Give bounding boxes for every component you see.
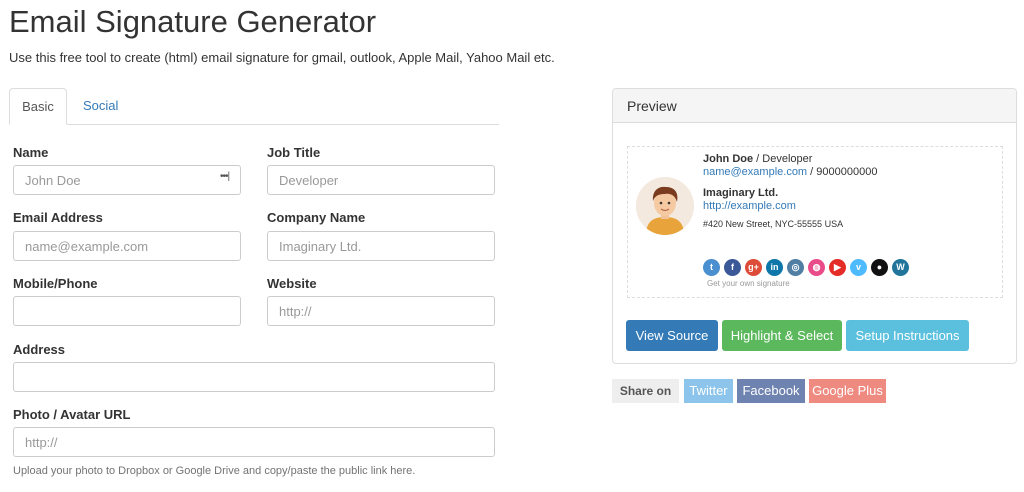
page-title: Email Signature Generator: [9, 4, 377, 39]
signature-job-title: Developer: [762, 153, 813, 165]
phone-label: Mobile/Phone: [13, 276, 98, 291]
share-twitter-button[interactable]: Twitter: [684, 379, 733, 403]
wordpress-icon[interactable]: W: [892, 259, 909, 276]
dribbble-icon[interactable]: ◍: [808, 259, 825, 276]
github-icon[interactable]: ●: [871, 259, 888, 276]
highlight-select-button[interactable]: Highlight & Select: [722, 320, 842, 351]
email-label: Email Address: [13, 210, 103, 225]
website-input[interactable]: [267, 296, 495, 326]
phone-input[interactable]: [13, 296, 241, 326]
instagram-icon[interactable]: ◎: [787, 259, 804, 276]
avatar: [636, 177, 694, 235]
signature-address: #420 New Street, NYC-55555 USA: [703, 219, 844, 229]
linkedin-icon[interactable]: in: [766, 259, 783, 276]
share-label: Share on: [612, 379, 679, 403]
social-icons-row: t f g+ in ◎ ◍ ▶ v ● W: [703, 259, 909, 276]
job-title-input[interactable]: [267, 165, 495, 195]
signature-phone: / 9000000000: [807, 166, 878, 178]
job-title-label: Job Title: [267, 145, 321, 160]
share-google-plus-button[interactable]: Google Plus: [809, 379, 886, 403]
google-plus-icon[interactable]: g+: [745, 259, 762, 276]
email-input[interactable]: [13, 231, 241, 261]
signature-website-link[interactable]: http://example.com: [703, 200, 796, 212]
photo-url-input[interactable]: [13, 427, 495, 457]
signature-name: John Doe: [703, 153, 754, 165]
tab-basic[interactable]: Basic: [9, 88, 67, 125]
name-label: Name: [13, 145, 49, 160]
preview-panel: Preview John Doe / Developer name@exampl…: [612, 88, 1017, 364]
setup-instructions-button[interactable]: Setup Instructions: [846, 320, 969, 351]
preview-heading: Preview: [613, 89, 1016, 123]
signature-email-link[interactable]: name@example.com: [703, 166, 807, 178]
vimeo-icon[interactable]: v: [850, 259, 867, 276]
signature-credit[interactable]: Get your own signature: [707, 279, 790, 288]
page-subtitle: Use this free tool to create (html) emai…: [9, 50, 555, 65]
tab-bar: Basic Social: [9, 88, 499, 125]
autofill-icon[interactable]: •••|: [220, 171, 230, 182]
tab-social[interactable]: Social: [69, 88, 132, 125]
view-source-button[interactable]: View Source: [626, 320, 718, 351]
photo-help-text: Upload your photo to Dropbox or Google D…: [13, 465, 416, 477]
signature-separator: /: [753, 153, 763, 165]
name-input[interactable]: [13, 165, 241, 195]
facebook-icon[interactable]: f: [724, 259, 741, 276]
twitter-icon[interactable]: t: [703, 259, 720, 276]
photo-url-label: Photo / Avatar URL: [13, 407, 131, 422]
signature-company: Imaginary Ltd.: [703, 187, 779, 199]
address-label: Address: [13, 342, 66, 357]
signature-preview: John Doe / Developer name@example.com / …: [627, 146, 1003, 298]
website-label: Website: [267, 276, 317, 291]
address-input[interactable]: [13, 362, 495, 392]
share-facebook-button[interactable]: Facebook: [737, 379, 805, 403]
company-label: Company Name: [267, 210, 366, 225]
company-input[interactable]: [267, 231, 495, 261]
youtube-icon[interactable]: ▶: [829, 259, 846, 276]
